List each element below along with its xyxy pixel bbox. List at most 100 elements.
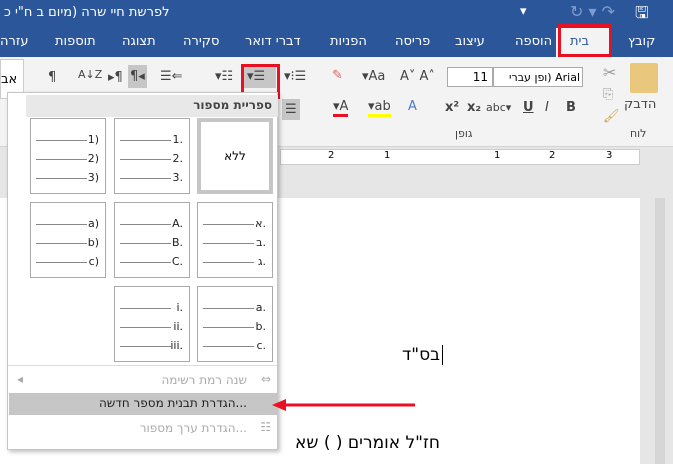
vertical-scrollbar[interactable] xyxy=(655,198,665,464)
placeholder-line xyxy=(120,346,171,347)
define-new-number-format-item[interactable]: הגדרת תבנית מספר חדשה... xyxy=(9,393,277,415)
number-label: a. xyxy=(255,301,266,314)
paste-button[interactable]: הדבק xyxy=(624,97,656,112)
change-case-icon[interactable]: ▾Aa xyxy=(362,69,385,84)
tab-addins[interactable]: תוספות xyxy=(55,34,96,49)
numbering-value-icon: ☷ xyxy=(260,420,271,434)
superscript-icon[interactable]: x² xyxy=(445,100,459,115)
copy-icon[interactable]: ⎘ xyxy=(603,87,613,102)
number-label: b) xyxy=(87,236,99,249)
doc-line-1[interactable]: בס"ד xyxy=(402,345,443,365)
paste-icon[interactable] xyxy=(630,63,658,93)
font-color-icon[interactable]: ▾A xyxy=(333,99,349,117)
number-label: 1. xyxy=(172,133,184,146)
bullets-icon[interactable]: ▾⁝☰ xyxy=(284,69,306,84)
number-label: iii. xyxy=(170,339,183,352)
tab-view[interactable]: תצוגה xyxy=(122,34,156,49)
clear-format-icon[interactable]: ✎ xyxy=(332,68,343,83)
number-label: c) xyxy=(88,255,99,268)
tab-review[interactable]: סקירה xyxy=(183,34,219,49)
font-size-field[interactable]: 11 xyxy=(447,67,493,87)
set-numbering-value-item[interactable]: הגדרת ערך מספור... ☷ xyxy=(9,418,277,440)
number-label: A. xyxy=(172,217,183,230)
number-label: 2) xyxy=(87,152,99,165)
subscript-icon[interactable]: x₂ xyxy=(467,100,481,115)
decrease-indent-icon[interactable]: ☰⇐ xyxy=(160,69,183,84)
numbering-format[interactable]: a) b) c) xyxy=(30,202,106,278)
placeholder-line xyxy=(36,178,87,179)
numbering-format[interactable]: 1) 2) 3) xyxy=(30,118,106,194)
placeholder-line xyxy=(120,327,171,328)
red-arrow xyxy=(272,399,415,411)
placeholder-line xyxy=(203,308,254,309)
tab-layout[interactable]: פריסה xyxy=(395,34,430,49)
numbering-format[interactable]: A. B. C. xyxy=(114,202,190,278)
number-label: 3) xyxy=(87,171,99,184)
font-name-field[interactable]: Arial (ופן עברי xyxy=(493,67,583,87)
sort-icon[interactable]: A↓Z xyxy=(78,68,102,81)
numbering-format[interactable]: 1. 2. 3. xyxy=(114,118,190,194)
strikethrough-icon[interactable]: abc▾ xyxy=(486,101,511,114)
number-label: 3. xyxy=(172,171,184,184)
ruler[interactable]: 3 2 1 1 2 xyxy=(280,149,640,165)
numbering-none[interactable]: ללא xyxy=(197,118,273,194)
placeholder-line xyxy=(36,243,87,244)
numbering-format[interactable]: a. b. c. xyxy=(197,286,273,362)
change-list-level-item[interactable]: שנה רמת רשימה ⇔ ◂ xyxy=(9,370,277,392)
placeholder-line xyxy=(203,224,254,225)
tab-help[interactable]: עזרה xyxy=(0,34,28,49)
placeholder-line xyxy=(120,262,171,263)
redo-icon[interactable]: ↻ ▾ ↷ xyxy=(570,2,615,21)
placeholder-line xyxy=(120,224,171,225)
placeholder-line xyxy=(120,308,171,309)
placeholder-line xyxy=(120,178,171,179)
document-title: לפרשת חיי שרה (מיום ב ח"י כ xyxy=(4,5,170,20)
placeholder-line xyxy=(203,243,254,244)
placeholder-line xyxy=(36,262,87,263)
clipboard-group-label: לוח xyxy=(630,127,647,140)
format-painter-icon[interactable]: 🖌 xyxy=(603,109,620,124)
number-label: i. xyxy=(176,301,183,314)
number-label: ii. xyxy=(173,320,183,333)
placeholder-line xyxy=(36,140,87,141)
ltr-icon[interactable]: ▸¶ xyxy=(108,70,123,85)
number-label: B. xyxy=(171,236,183,249)
doc-line-2[interactable]: חז"ל אומרים ( ) שא xyxy=(276,433,440,453)
tab-file[interactable]: קובץ xyxy=(628,34,655,49)
cut-icon[interactable]: ✂ xyxy=(603,63,616,82)
font-group-label: גופן xyxy=(455,127,473,140)
placeholder-line xyxy=(203,346,254,347)
number-label: 2. xyxy=(172,152,184,165)
highlight-icon[interactable]: ▾ab xyxy=(368,99,391,117)
numbering-format[interactable]: i. ii. iii. xyxy=(114,286,190,362)
text-effects-icon[interactable]: A xyxy=(408,99,417,114)
numbering-format[interactable]: א. ב. ג. xyxy=(197,202,273,278)
italic-icon[interactable]: I xyxy=(545,100,549,115)
placeholder-line xyxy=(36,224,87,225)
underline-icon[interactable]: U xyxy=(523,100,534,115)
multilevel-list-icon[interactable]: ▾☷ xyxy=(215,69,233,84)
tab-references[interactable]: הפניות xyxy=(330,34,367,49)
tab-design[interactable]: עיצוב xyxy=(455,34,485,49)
tab-mailings[interactable]: דברי דואר xyxy=(245,34,301,49)
placeholder-line xyxy=(36,159,87,160)
placeholder-line xyxy=(120,140,171,141)
placeholder-line xyxy=(120,159,171,160)
save-icon[interactable]: 🖫 xyxy=(635,2,649,29)
list-level-icon: ⇔ xyxy=(260,372,271,386)
number-label: b. xyxy=(255,320,266,333)
customize-qat-icon[interactable]: ▾ xyxy=(520,4,527,19)
align-right-icon[interactable]: ☰ xyxy=(282,99,300,120)
number-label: c. xyxy=(256,339,266,352)
number-label: 1) xyxy=(87,133,99,146)
rtl-icon[interactable]: ¶◂ xyxy=(128,65,147,88)
bold-icon[interactable]: B xyxy=(566,100,576,115)
number-label: ג. xyxy=(257,255,266,268)
font-size-icon[interactable]: A˅ A˄ xyxy=(400,69,435,84)
number-label: א. xyxy=(255,217,266,230)
show-marks-icon[interactable]: ¶ xyxy=(48,70,56,85)
separator xyxy=(8,365,277,366)
home-tab-highlight xyxy=(558,24,612,57)
tab-insert[interactable]: הוספה xyxy=(515,34,552,49)
placeholder-line xyxy=(203,327,254,328)
